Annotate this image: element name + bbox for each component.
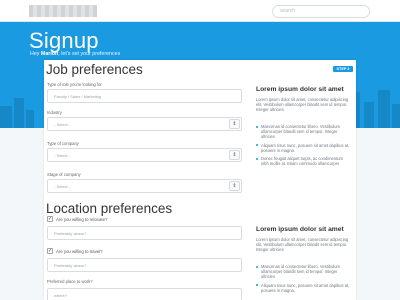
section-title-location: Location preferences	[46, 201, 173, 216]
relocate-where-field[interactable]: Preferably where?	[47, 226, 242, 240]
greeting-text: Hey Marion, let's set your preferences	[30, 51, 121, 57]
relocate-label: Are you willing to relocate?	[56, 216, 108, 222]
travel-where-field[interactable]: Preferably where?	[47, 258, 242, 272]
list-item: Aliquam risus nunc, posuere sit amet dap…	[256, 283, 351, 293]
company-type-value: - Select -	[54, 153, 71, 158]
place-placeholder: where?	[54, 293, 68, 298]
travel-placeholder: Preferably where?	[54, 263, 87, 268]
place-label: Preferred place to work?	[47, 279, 93, 284]
sidebar-list-2: Maecenas id consectetur libero. Vestibul…	[256, 264, 351, 296]
logo[interactable]	[29, 5, 97, 17]
industry-label: Industry	[47, 110, 62, 115]
search-placeholder: search	[280, 8, 296, 14]
travel-checkbox-row[interactable]: ✓ Are you willing to travel?	[47, 248, 103, 254]
list-item: Maecenas id consectetur libero. Vestibul…	[256, 124, 351, 140]
travel-checkbox[interactable]: ✓	[47, 248, 53, 254]
sidebar-title-2: Lorem ipsum dolor sit amet	[256, 226, 344, 233]
sidebar-intro-2: Lorem ipsum dolor sit amet, consectetur …	[256, 237, 349, 253]
company-type-label: Type of company	[47, 141, 79, 146]
top-bar: search	[0, 0, 400, 22]
stage-value: - Select -	[54, 184, 71, 189]
user-name: Marion	[40, 51, 59, 57]
chevron-updown-icon[interactable]: ⇕	[229, 150, 240, 160]
role-value: Faculty / Sales / Marketing	[54, 94, 102, 99]
list-item: Aliquam risus nunc, posuere sit amet dap…	[256, 143, 351, 153]
industry-value: - Select -	[54, 122, 71, 127]
list-item: Donec feugiat aliquet turpis, ac condime…	[256, 156, 351, 166]
stage-select[interactable]: - Select - ⇕	[47, 179, 242, 193]
role-label: Type of role you're looking for	[47, 82, 102, 87]
list-item: Maecenas id consectetur libero. Vestibul…	[256, 264, 351, 280]
relocate-checkbox[interactable]: ✓	[47, 216, 53, 222]
sidebar-list-1: Maecenas id consectetur libero. Vestibul…	[256, 124, 351, 169]
role-field[interactable]: Faculty / Sales / Marketing	[47, 89, 242, 103]
relocate-checkbox-row[interactable]: ✓ Are you willing to relocate?	[47, 216, 107, 222]
industry-select[interactable]: - Select - ⇕	[47, 117, 242, 131]
chevron-updown-icon[interactable]: ⇕	[229, 119, 240, 129]
stage-label: Stage of company	[47, 172, 81, 177]
section-title-job: Job preferences	[46, 62, 143, 77]
relocate-placeholder: Preferably where?	[54, 231, 87, 236]
sidebar-title-1: Lorem ipsum dolor sit amet	[256, 86, 344, 93]
sidebar-intro-1: Lorem ipsum dolor sit amet, consectetur …	[256, 97, 349, 113]
step-badge: STEP 2	[333, 66, 353, 72]
search-input[interactable]: search	[272, 5, 370, 18]
place-field[interactable]: where?	[47, 288, 242, 300]
chevron-updown-icon[interactable]: ⇕	[229, 181, 240, 191]
travel-label: Are you willing to travel?	[56, 248, 103, 254]
company-type-select[interactable]: - Select - ⇕	[47, 148, 242, 162]
